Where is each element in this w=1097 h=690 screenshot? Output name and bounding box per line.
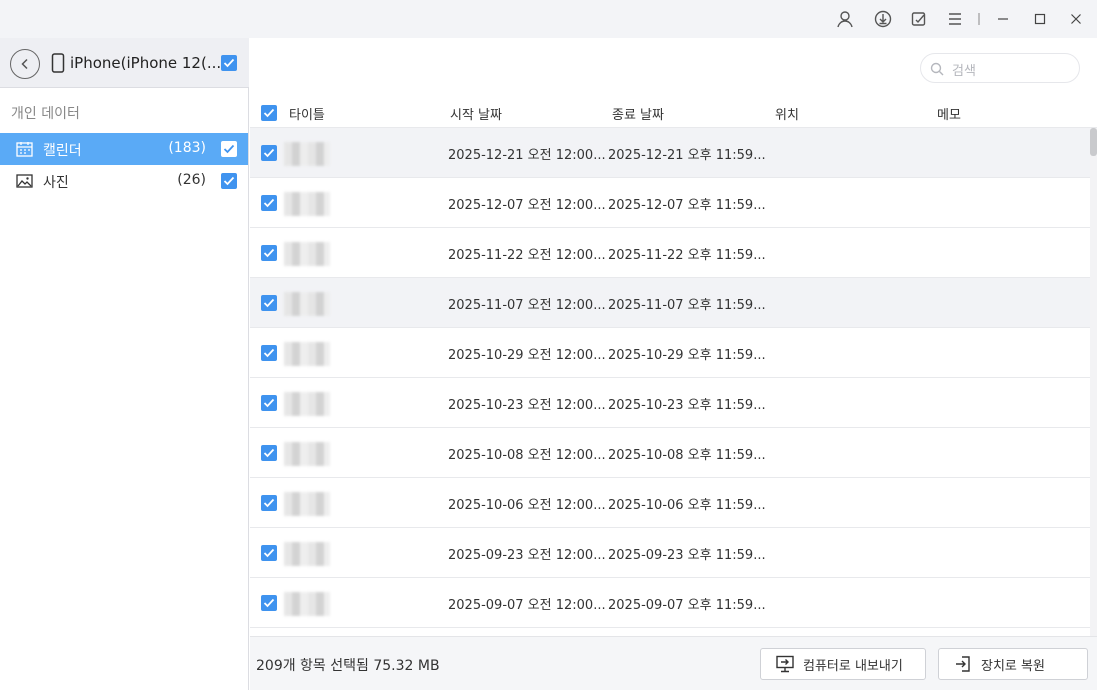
photos-checkbox[interactable] bbox=[221, 173, 237, 189]
sidebar-item-label: 사진 bbox=[43, 175, 69, 191]
export-button-label: 컴퓨터로 내보내기 bbox=[803, 658, 903, 674]
search-placeholder: 검색 bbox=[952, 64, 976, 79]
start-date-cell: 2025-12-07 오전 12:00... bbox=[448, 198, 606, 213]
back-button[interactable] bbox=[10, 49, 40, 79]
end-date-cell: 2025-10-29 오후 11:59... bbox=[608, 348, 766, 363]
scrollbar[interactable] bbox=[1090, 128, 1097, 636]
user-icon[interactable] bbox=[834, 8, 856, 30]
separator-icon bbox=[968, 8, 990, 30]
start-date-cell: 2025-09-23 오전 12:00... bbox=[448, 548, 606, 563]
title-redacted bbox=[284, 442, 330, 466]
column-header-end-date[interactable]: 종료 날짜 bbox=[612, 104, 664, 123]
column-header-start-date[interactable]: 시작 날짜 bbox=[450, 104, 502, 123]
table-row[interactable]: 2025-10-08 오전 12:00... 2025-10-08 오후 11:5… bbox=[250, 428, 1090, 478]
table-row[interactable]: 2025-11-07 오전 12:00... 2025-11-07 오후 11:5… bbox=[250, 278, 1090, 328]
table-row[interactable]: 2025-12-21 오전 12:00... 2025-12-21 오후 11:5… bbox=[250, 128, 1090, 178]
table-row[interactable]: 2025-11-22 오전 12:00... 2025-11-22 오후 11:5… bbox=[250, 228, 1090, 278]
table-row[interactable]: 2025-10-29 오전 12:00... 2025-10-29 오후 11:5… bbox=[250, 328, 1090, 378]
table-row[interactable]: 2025-10-06 오전 12:00... 2025-10-06 오후 11:5… bbox=[250, 478, 1090, 528]
calendar-icon bbox=[16, 142, 33, 157]
table-row[interactable]: 2025-10-23 오전 12:00... 2025-10-23 오후 11:5… bbox=[250, 378, 1090, 428]
sidebar-item-count: (26) bbox=[177, 172, 206, 188]
sidebar-item-calendar[interactable]: 캘린더 (183) bbox=[0, 133, 248, 165]
table-header: 타이틀 시작 날짜 종료 날짜 위치 메모 bbox=[250, 98, 1097, 128]
start-date-cell: 2025-11-22 오전 12:00... bbox=[448, 248, 606, 263]
end-date-cell: 2025-11-07 오후 11:59... bbox=[608, 298, 766, 313]
scrollbar-thumb[interactable] bbox=[1090, 128, 1097, 156]
sidebar: iPhone(iPhone 12(... 개인 데이터 캘린더 (183) 사진… bbox=[0, 38, 249, 690]
table-row[interactable]: 2025-09-23 오전 12:00... 2025-09-23 오후 11:5… bbox=[250, 528, 1090, 578]
start-date-cell: 2025-10-08 오전 12:00... bbox=[448, 448, 606, 463]
title-redacted bbox=[284, 292, 330, 316]
start-date-cell: 2025-09-07 오전 12:00... bbox=[448, 598, 606, 613]
end-date-cell: 2025-12-21 오후 11:59... bbox=[608, 148, 766, 163]
title-bar bbox=[0, 0, 1097, 38]
search-input[interactable]: 검색 bbox=[920, 53, 1080, 83]
row-checkbox[interactable] bbox=[261, 545, 277, 561]
row-checkbox[interactable] bbox=[261, 495, 277, 511]
end-date-cell: 2025-09-07 오후 11:59... bbox=[608, 598, 766, 613]
title-redacted bbox=[284, 542, 330, 566]
feedback-icon[interactable] bbox=[908, 8, 930, 30]
table-row[interactable]: 2025-09-07 오전 12:00... 2025-09-07 오후 11:5… bbox=[250, 578, 1090, 628]
start-date-cell: 2025-10-29 오전 12:00... bbox=[448, 348, 606, 363]
end-date-cell: 2025-10-06 오후 11:59... bbox=[608, 498, 766, 513]
footer: 209개 항목 선택됨 75.32 MB 컴퓨터로 내보내기 장치로 복원 bbox=[250, 636, 1097, 690]
sidebar-item-label: 캘린더 bbox=[43, 143, 82, 159]
download-icon[interactable] bbox=[872, 8, 894, 30]
row-checkbox[interactable] bbox=[261, 145, 277, 161]
restore-icon bbox=[956, 656, 970, 672]
title-redacted bbox=[284, 142, 330, 166]
row-checkbox[interactable] bbox=[261, 395, 277, 411]
sidebar-item-count: (183) bbox=[168, 140, 206, 156]
start-date-cell: 2025-10-23 오전 12:00... bbox=[448, 398, 606, 413]
search-icon bbox=[930, 62, 944, 76]
column-header-title[interactable]: 타이틀 bbox=[289, 104, 325, 123]
selection-status: 209개 항목 선택됨 75.32 MB bbox=[256, 658, 440, 674]
title-redacted bbox=[284, 192, 330, 216]
row-checkbox[interactable] bbox=[261, 345, 277, 361]
phone-icon bbox=[51, 53, 65, 73]
row-checkbox[interactable] bbox=[261, 295, 277, 311]
column-header-memo[interactable]: 메모 bbox=[937, 104, 961, 123]
device-select-all-checkbox[interactable] bbox=[221, 55, 237, 71]
end-date-cell: 2025-10-08 오후 11:59... bbox=[608, 448, 766, 463]
export-to-computer-button[interactable]: 컴퓨터로 내보내기 bbox=[760, 648, 926, 680]
row-checkbox[interactable] bbox=[261, 195, 277, 211]
restore-to-device-button[interactable]: 장치로 복원 bbox=[938, 648, 1088, 680]
section-title: 개인 데이터 bbox=[11, 106, 80, 122]
restore-button-label: 장치로 복원 bbox=[981, 658, 1045, 674]
start-date-cell: 2025-12-21 오전 12:00... bbox=[448, 148, 606, 163]
chevron-left-icon bbox=[21, 58, 28, 70]
title-redacted bbox=[284, 392, 330, 416]
title-redacted bbox=[284, 592, 330, 616]
table-body: 2025-12-21 오전 12:00... 2025-12-21 오후 11:5… bbox=[250, 128, 1090, 636]
sidebar-item-photos[interactable]: 사진 (26) bbox=[0, 165, 248, 197]
export-icon bbox=[776, 655, 794, 673]
photo-icon bbox=[16, 174, 33, 188]
menu-icon[interactable] bbox=[944, 8, 966, 30]
start-date-cell: 2025-10-06 오전 12:00... bbox=[448, 498, 606, 513]
title-redacted bbox=[284, 492, 330, 516]
end-date-cell: 2025-09-23 오후 11:59... bbox=[608, 548, 766, 563]
row-checkbox[interactable] bbox=[261, 245, 277, 261]
end-date-cell: 2025-11-22 오후 11:59... bbox=[608, 248, 766, 263]
close-icon[interactable] bbox=[1065, 8, 1087, 30]
row-checkbox[interactable] bbox=[261, 445, 277, 461]
table-row[interactable]: 2025-12-07 오전 12:00... 2025-12-07 오후 11:5… bbox=[250, 178, 1090, 228]
maximize-icon[interactable] bbox=[1029, 8, 1051, 30]
end-date-cell: 2025-10-23 오후 11:59... bbox=[608, 398, 766, 413]
device-header: iPhone(iPhone 12(... bbox=[0, 38, 249, 88]
title-redacted bbox=[284, 342, 330, 366]
device-name[interactable]: iPhone(iPhone 12(... bbox=[70, 54, 221, 72]
minimize-icon[interactable] bbox=[992, 8, 1014, 30]
end-date-cell: 2025-12-07 오후 11:59... bbox=[608, 198, 766, 213]
column-header-location[interactable]: 위치 bbox=[775, 104, 799, 123]
calendar-checkbox[interactable] bbox=[221, 141, 237, 157]
select-all-checkbox[interactable] bbox=[261, 105, 277, 121]
row-checkbox[interactable] bbox=[261, 595, 277, 611]
start-date-cell: 2025-11-07 오전 12:00... bbox=[448, 298, 606, 313]
title-redacted bbox=[284, 242, 330, 266]
